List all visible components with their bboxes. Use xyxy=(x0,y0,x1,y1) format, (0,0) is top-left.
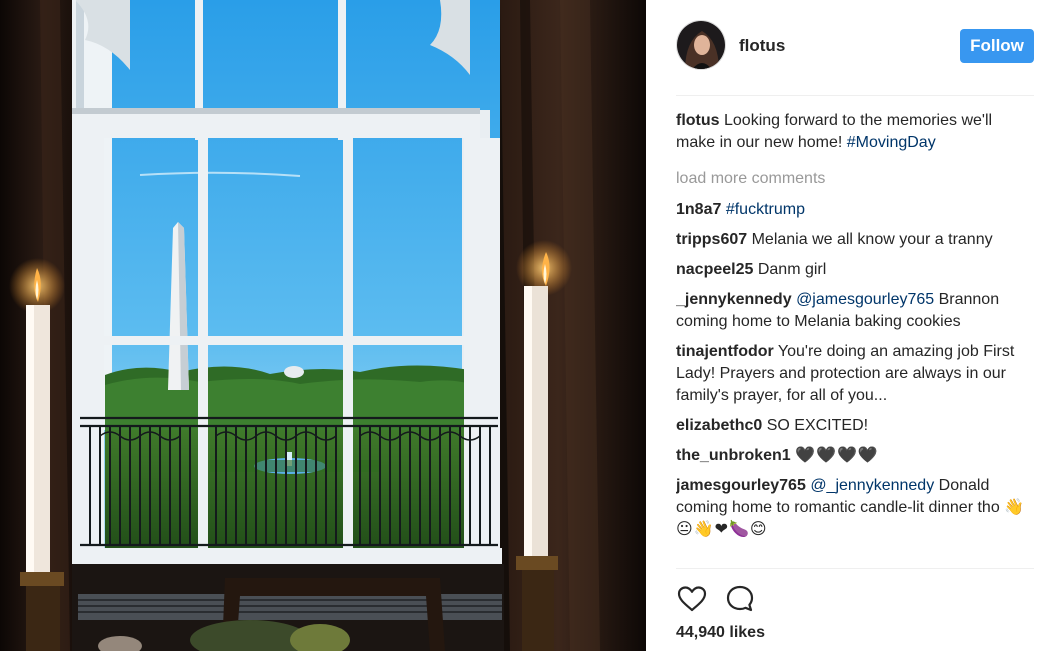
owner-username[interactable]: flotus xyxy=(739,36,785,56)
comment-username[interactable]: elizabethc0 xyxy=(676,417,762,434)
comment-mention[interactable]: @jamesgourley765 xyxy=(796,291,934,308)
follow-button[interactable]: Follow xyxy=(960,29,1034,63)
comment-item: jamesgourley765 @_jennykennedy Donald co… xyxy=(676,475,1028,541)
comment-username[interactable]: nacpeel25 xyxy=(676,261,753,278)
comment-username[interactable]: jamesgourley765 xyxy=(676,477,806,494)
comment-username[interactable]: tripps607 xyxy=(676,231,747,248)
comment-item: the_unbroken1 🖤🖤🖤🖤 xyxy=(676,445,1028,467)
comment-item: tinajentfodor You're doing an amazing jo… xyxy=(676,341,1028,407)
caption-hashtag[interactable]: #MovingDay xyxy=(847,134,936,151)
post-header: flotus Follow xyxy=(676,20,1034,96)
avatar-image xyxy=(677,21,725,69)
comment-item: _jennykennedy @jamesgourley765 Brannon c… xyxy=(676,289,1028,333)
comments-list[interactable]: flotus Looking forward to the memories w… xyxy=(676,110,1028,568)
comment-text: Melania we all know your a tranny xyxy=(751,231,993,248)
post-actions-section: 44,940 likes xyxy=(676,568,1034,651)
caption-username[interactable]: flotus xyxy=(676,112,720,129)
load-more-comments-link[interactable]: load more comments xyxy=(676,168,1028,190)
comment-item: nacpeel25 Danm girl xyxy=(676,259,1028,281)
heart-outline-icon[interactable] xyxy=(676,583,708,615)
comment-text: Danm girl xyxy=(757,261,827,278)
comment-item: elizabethc0 SO EXCITED! xyxy=(676,415,1028,437)
comment-item: 1n8a7 #fucktrump xyxy=(676,199,1028,221)
white-house-window-scene xyxy=(0,0,646,651)
caption-text: Looking forward to the memories we'll ma… xyxy=(676,112,993,151)
post-caption: flotus Looking forward to the memories w… xyxy=(676,110,1028,154)
comment-text: SO EXCITED! xyxy=(766,417,869,434)
post-photo[interactable] xyxy=(0,0,646,651)
owner-avatar[interactable] xyxy=(676,20,726,70)
comment-username[interactable]: tinajentfodor xyxy=(676,343,774,360)
comment-username[interactable]: _jennykennedy xyxy=(676,291,792,308)
likes-count[interactable]: 44,940 likes xyxy=(676,624,765,642)
comment-mention[interactable]: @_jennykennedy xyxy=(810,477,934,494)
comment-username[interactable]: the_unbroken1 xyxy=(676,447,791,464)
comment-hashtag[interactable]: #fucktrump xyxy=(726,201,805,218)
comment-username[interactable]: 1n8a7 xyxy=(676,201,721,218)
comment-item: tripps607 Melania we all know your a tra… xyxy=(676,229,1028,251)
speech-bubble-icon[interactable] xyxy=(724,583,756,615)
comment-emoji: 🖤🖤🖤🖤 xyxy=(795,447,879,464)
post-details-panel: flotus Follow flotus Looking forward to … xyxy=(646,0,1044,651)
